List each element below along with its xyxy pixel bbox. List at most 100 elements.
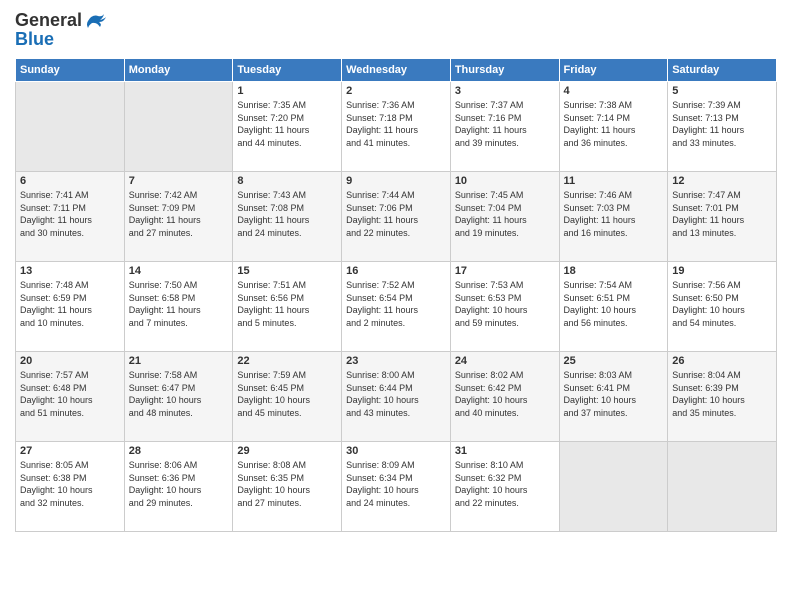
header: General Blue (15, 10, 777, 50)
calendar-week-row: 1 Sunrise: 7:35 AM Sunset: 7:20 PM Daylig… (16, 82, 777, 172)
day-info: Sunrise: 7:35 AM Sunset: 7:20 PM Dayligh… (237, 99, 337, 149)
day-number: 20 (20, 355, 120, 367)
day-number: 10 (455, 175, 555, 187)
calendar-cell: 15 Sunrise: 7:51 AM Sunset: 6:56 PM Dayli… (233, 262, 342, 352)
calendar-cell: 18 Sunrise: 7:54 AM Sunset: 6:51 PM Dayli… (559, 262, 668, 352)
calendar-cell: 19Sunrise: 7:56 AM Sunset: 6:50 PM Dayli… (668, 262, 777, 352)
calendar-table: SundayMondayTuesdayWednesdayThursdayFrid… (15, 58, 777, 532)
day-number: 3 (455, 85, 555, 97)
weekday-header-sunday: Sunday (16, 59, 125, 82)
calendar-cell: 6 Sunrise: 7:41 AM Sunset: 7:11 PM Daylig… (16, 172, 125, 262)
calendar-cell: 24 Sunrise: 8:02 AM Sunset: 6:42 PM Dayli… (450, 352, 559, 442)
day-info: Sunrise: 7:42 AM Sunset: 7:09 PM Dayligh… (129, 189, 229, 239)
day-info: Sunrise: 7:47 AM Sunset: 7:01 PM Dayligh… (672, 189, 772, 239)
calendar-cell: 26Sunrise: 8:04 AM Sunset: 6:39 PM Dayli… (668, 352, 777, 442)
day-number: 24 (455, 355, 555, 367)
day-number: 13 (20, 265, 120, 277)
calendar-cell: 4 Sunrise: 7:38 AM Sunset: 7:14 PM Daylig… (559, 82, 668, 172)
day-info: Sunrise: 7:36 AM Sunset: 7:18 PM Dayligh… (346, 99, 446, 149)
calendar-cell: 28Sunrise: 8:06 AM Sunset: 6:36 PM Dayli… (124, 442, 233, 532)
day-number: 1 (237, 85, 337, 97)
logo-general: General (15, 10, 82, 31)
day-number: 12 (672, 175, 772, 187)
day-number: 25 (564, 355, 664, 367)
weekday-header-row: SundayMondayTuesdayWednesdayThursdayFrid… (16, 59, 777, 82)
calendar-cell: 27 Sunrise: 8:05 AM Sunset: 6:38 PM Dayli… (16, 442, 125, 532)
day-info: Sunrise: 7:41 AM Sunset: 7:11 PM Dayligh… (20, 189, 120, 239)
calendar-cell (559, 442, 668, 532)
day-info: Sunrise: 7:43 AM Sunset: 7:08 PM Dayligh… (237, 189, 337, 239)
calendar-cell: 3 Sunrise: 7:37 AM Sunset: 7:16 PM Daylig… (450, 82, 559, 172)
day-info: Sunrise: 7:48 AM Sunset: 6:59 PM Dayligh… (20, 279, 120, 329)
day-number: 21 (129, 355, 229, 367)
page: General Blue SundayMondayTuesdayWednesda… (0, 0, 792, 612)
calendar-cell: 9 Sunrise: 7:44 AM Sunset: 7:06 PM Daylig… (342, 172, 451, 262)
day-number: 27 (20, 445, 120, 457)
day-info: Sunrise: 8:02 AM Sunset: 6:42 PM Dayligh… (455, 369, 555, 419)
calendar-week-row: 13 Sunrise: 7:48 AM Sunset: 6:59 PM Dayli… (16, 262, 777, 352)
weekday-header-monday: Monday (124, 59, 233, 82)
day-info: Sunrise: 8:05 AM Sunset: 6:38 PM Dayligh… (20, 459, 120, 509)
calendar-cell: 2 Sunrise: 7:36 AM Sunset: 7:18 PM Daylig… (342, 82, 451, 172)
day-info: Sunrise: 8:10 AM Sunset: 6:32 PM Dayligh… (455, 459, 555, 509)
day-info: Sunrise: 7:44 AM Sunset: 7:06 PM Dayligh… (346, 189, 446, 239)
calendar-cell: 13 Sunrise: 7:48 AM Sunset: 6:59 PM Dayli… (16, 262, 125, 352)
day-number: 15 (237, 265, 337, 277)
weekday-header-saturday: Saturday (668, 59, 777, 82)
weekday-header-wednesday: Wednesday (342, 59, 451, 82)
day-number: 2 (346, 85, 446, 97)
day-number: 23 (346, 355, 446, 367)
calendar-week-row: 6 Sunrise: 7:41 AM Sunset: 7:11 PM Daylig… (16, 172, 777, 262)
day-info: Sunrise: 7:59 AM Sunset: 6:45 PM Dayligh… (237, 369, 337, 419)
calendar-cell (124, 82, 233, 172)
day-number: 31 (455, 445, 555, 457)
day-info: Sunrise: 7:51 AM Sunset: 6:56 PM Dayligh… (237, 279, 337, 329)
calendar-cell: 16Sunrise: 7:52 AM Sunset: 6:54 PM Dayli… (342, 262, 451, 352)
day-number: 11 (564, 175, 664, 187)
calendar-cell: 31 Sunrise: 8:10 AM Sunset: 6:32 PM Dayli… (450, 442, 559, 532)
calendar-cell: 7Sunrise: 7:42 AM Sunset: 7:09 PM Daylig… (124, 172, 233, 262)
calendar-cell (668, 442, 777, 532)
weekday-header-friday: Friday (559, 59, 668, 82)
calendar-cell: 11 Sunrise: 7:46 AM Sunset: 7:03 PM Dayli… (559, 172, 668, 262)
calendar-cell: 29 Sunrise: 8:08 AM Sunset: 6:35 PM Dayli… (233, 442, 342, 532)
day-number: 4 (564, 85, 664, 97)
day-number: 6 (20, 175, 120, 187)
calendar-cell: 12 Sunrise: 7:47 AM Sunset: 7:01 PM Dayli… (668, 172, 777, 262)
calendar-cell: 14 Sunrise: 7:50 AM Sunset: 6:58 PM Dayli… (124, 262, 233, 352)
calendar-cell: 22 Sunrise: 7:59 AM Sunset: 6:45 PM Dayli… (233, 352, 342, 442)
calendar-week-row: 27 Sunrise: 8:05 AM Sunset: 6:38 PM Dayli… (16, 442, 777, 532)
day-number: 22 (237, 355, 337, 367)
logo-blue: Blue (15, 29, 54, 50)
day-info: Sunrise: 7:54 AM Sunset: 6:51 PM Dayligh… (564, 279, 664, 329)
day-info: Sunrise: 7:53 AM Sunset: 6:53 PM Dayligh… (455, 279, 555, 329)
day-number: 9 (346, 175, 446, 187)
calendar-cell: 21 Sunrise: 7:58 AM Sunset: 6:47 PM Dayli… (124, 352, 233, 442)
calendar-cell: 23 Sunrise: 8:00 AM Sunset: 6:44 PM Dayli… (342, 352, 451, 442)
day-number: 8 (237, 175, 337, 187)
day-info: Sunrise: 8:04 AM Sunset: 6:39 PM Dayligh… (672, 369, 772, 419)
weekday-header-thursday: Thursday (450, 59, 559, 82)
day-info: Sunrise: 7:39 AM Sunset: 7:13 PM Dayligh… (672, 99, 772, 149)
day-info: Sunrise: 7:50 AM Sunset: 6:58 PM Dayligh… (129, 279, 229, 329)
day-info: Sunrise: 8:03 AM Sunset: 6:41 PM Dayligh… (564, 369, 664, 419)
logo: General Blue (15, 10, 106, 50)
day-info: Sunrise: 7:37 AM Sunset: 7:16 PM Dayligh… (455, 99, 555, 149)
day-number: 28 (129, 445, 229, 457)
calendar-cell: 20Sunrise: 7:57 AM Sunset: 6:48 PM Dayli… (16, 352, 125, 442)
day-info: Sunrise: 7:58 AM Sunset: 6:47 PM Dayligh… (129, 369, 229, 419)
day-info: Sunrise: 8:08 AM Sunset: 6:35 PM Dayligh… (237, 459, 337, 509)
day-info: Sunrise: 8:00 AM Sunset: 6:44 PM Dayligh… (346, 369, 446, 419)
calendar-cell: 1 Sunrise: 7:35 AM Sunset: 7:20 PM Daylig… (233, 82, 342, 172)
day-info: Sunrise: 7:46 AM Sunset: 7:03 PM Dayligh… (564, 189, 664, 239)
calendar-cell (16, 82, 125, 172)
calendar-cell: 30Sunrise: 8:09 AM Sunset: 6:34 PM Dayli… (342, 442, 451, 532)
day-info: Sunrise: 7:38 AM Sunset: 7:14 PM Dayligh… (564, 99, 664, 149)
calendar-week-row: 20Sunrise: 7:57 AM Sunset: 6:48 PM Dayli… (16, 352, 777, 442)
day-number: 29 (237, 445, 337, 457)
calendar-cell: 10 Sunrise: 7:45 AM Sunset: 7:04 PM Dayli… (450, 172, 559, 262)
day-number: 18 (564, 265, 664, 277)
day-number: 14 (129, 265, 229, 277)
day-info: Sunrise: 7:45 AM Sunset: 7:04 PM Dayligh… (455, 189, 555, 239)
calendar-cell: 17Sunrise: 7:53 AM Sunset: 6:53 PM Dayli… (450, 262, 559, 352)
